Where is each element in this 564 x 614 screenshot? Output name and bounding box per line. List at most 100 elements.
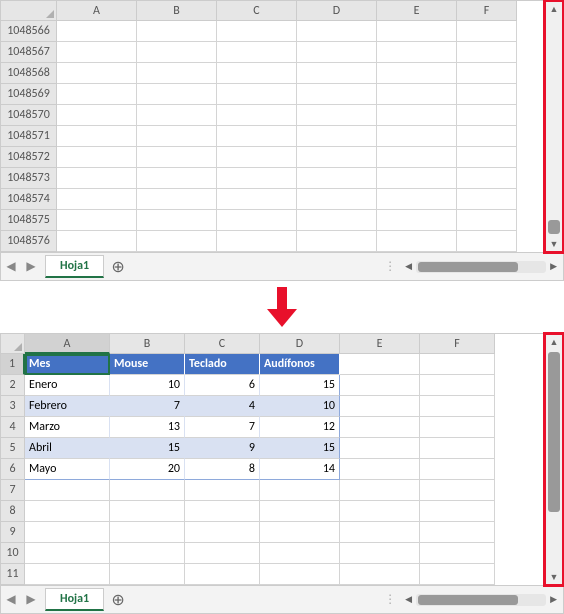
row-header[interactable]: 4: [1, 417, 25, 438]
cell[interactable]: [377, 147, 457, 168]
cell[interactable]: Abril: [25, 438, 110, 459]
cell[interactable]: [217, 105, 297, 126]
row-header[interactable]: 1048568: [1, 63, 57, 84]
cell[interactable]: [297, 210, 377, 231]
hscroll-track[interactable]: [416, 594, 546, 606]
cell[interactable]: [340, 354, 420, 375]
column-header-A[interactable]: A: [25, 334, 110, 354]
table-header-cell[interactable]: Mes: [25, 354, 110, 375]
cell[interactable]: [260, 543, 340, 564]
tab-split-handle[interactable]: ⋮: [384, 259, 397, 274]
cell[interactable]: [57, 147, 137, 168]
horizontal-scrollbar[interactable]: ⋮ ◀ ▶: [132, 259, 563, 274]
cell[interactable]: [420, 396, 495, 417]
cell[interactable]: [57, 168, 137, 189]
cell[interactable]: [420, 375, 495, 396]
cell[interactable]: [110, 543, 185, 564]
cell[interactable]: [297, 231, 377, 252]
cell[interactable]: [110, 480, 185, 501]
cell[interactable]: [457, 63, 517, 84]
cell[interactable]: [185, 480, 260, 501]
cell[interactable]: [260, 501, 340, 522]
cell[interactable]: [137, 21, 217, 42]
select-all-corner[interactable]: [1, 334, 25, 354]
scroll-down-button[interactable]: ▼: [545, 236, 563, 252]
cell[interactable]: [340, 438, 420, 459]
cell[interactable]: [420, 417, 495, 438]
cell[interactable]: [377, 42, 457, 63]
add-sheet-button[interactable]: ⊕: [104, 257, 132, 277]
cell[interactable]: [377, 105, 457, 126]
cell[interactable]: [57, 84, 137, 105]
cell[interactable]: Febrero: [25, 396, 110, 417]
column-header-B[interactable]: B: [110, 334, 185, 354]
cell[interactable]: 20: [110, 459, 185, 480]
cell[interactable]: [217, 147, 297, 168]
scroll-track[interactable]: [545, 17, 563, 236]
cell[interactable]: [377, 126, 457, 147]
scroll-up-button[interactable]: ▲: [545, 1, 563, 17]
cell[interactable]: [457, 105, 517, 126]
horizontal-scrollbar[interactable]: ⋮ ◀ ▶: [132, 592, 563, 607]
cell[interactable]: [420, 354, 495, 375]
cell[interactable]: [260, 480, 340, 501]
cell[interactable]: [297, 126, 377, 147]
cell[interactable]: [217, 210, 297, 231]
tab-split-handle[interactable]: ⋮: [384, 592, 397, 607]
cell[interactable]: [377, 231, 457, 252]
cell[interactable]: [420, 438, 495, 459]
column-header-C[interactable]: C: [217, 1, 297, 21]
cell[interactable]: [110, 501, 185, 522]
cell[interactable]: [57, 105, 137, 126]
cell[interactable]: [420, 501, 495, 522]
cell[interactable]: [110, 522, 185, 543]
cell[interactable]: [25, 564, 110, 585]
cell[interactable]: 15: [260, 438, 340, 459]
cell[interactable]: [377, 21, 457, 42]
vertical-scrollbar[interactable]: ▲ ▼: [545, 334, 563, 585]
tab-nav-next[interactable]: ▶: [21, 259, 41, 274]
cell[interactable]: [137, 168, 217, 189]
sheet-tab[interactable]: Hoja1: [45, 588, 104, 611]
table-header-cell[interactable]: Teclado: [185, 354, 260, 375]
cell[interactable]: [137, 126, 217, 147]
tab-nav-prev[interactable]: ◀: [1, 259, 21, 274]
row-header[interactable]: 1048569: [1, 84, 57, 105]
cell[interactable]: [297, 63, 377, 84]
cell[interactable]: Marzo: [25, 417, 110, 438]
tab-nav-next[interactable]: ▶: [21, 592, 41, 607]
cell[interactable]: 14: [260, 459, 340, 480]
cell[interactable]: [457, 21, 517, 42]
cell[interactable]: [57, 126, 137, 147]
hscroll-right-button[interactable]: ▶: [548, 261, 559, 272]
cell[interactable]: [260, 564, 340, 585]
grid-top[interactable]: ABCDEF 104856610485671048568104856910485…: [1, 1, 545, 252]
cell[interactable]: 4: [185, 396, 260, 417]
cell[interactable]: [137, 189, 217, 210]
cell[interactable]: [137, 105, 217, 126]
vertical-scrollbar[interactable]: ▲ ▼: [545, 1, 563, 252]
table-header-cell[interactable]: Mouse: [110, 354, 185, 375]
cell[interactable]: [57, 210, 137, 231]
cell[interactable]: [217, 84, 297, 105]
scroll-thumb[interactable]: [548, 352, 560, 512]
cell[interactable]: [340, 459, 420, 480]
column-header-E[interactable]: E: [377, 1, 457, 21]
cell[interactable]: [185, 543, 260, 564]
cell[interactable]: [457, 210, 517, 231]
cell[interactable]: [340, 564, 420, 585]
cell[interactable]: 7: [110, 396, 185, 417]
cell[interactable]: [25, 501, 110, 522]
cell[interactable]: 6: [185, 375, 260, 396]
cell[interactable]: 15: [260, 375, 340, 396]
row-header[interactable]: 3: [1, 396, 25, 417]
cell[interactable]: [340, 543, 420, 564]
scroll-thumb[interactable]: [548, 220, 560, 234]
cell[interactable]: [377, 63, 457, 84]
hscroll-right-button[interactable]: ▶: [548, 594, 559, 605]
cell[interactable]: [340, 522, 420, 543]
row-header[interactable]: 7: [1, 480, 25, 501]
cell[interactable]: [217, 126, 297, 147]
column-header-B[interactable]: B: [137, 1, 217, 21]
column-header-F[interactable]: F: [420, 334, 495, 354]
